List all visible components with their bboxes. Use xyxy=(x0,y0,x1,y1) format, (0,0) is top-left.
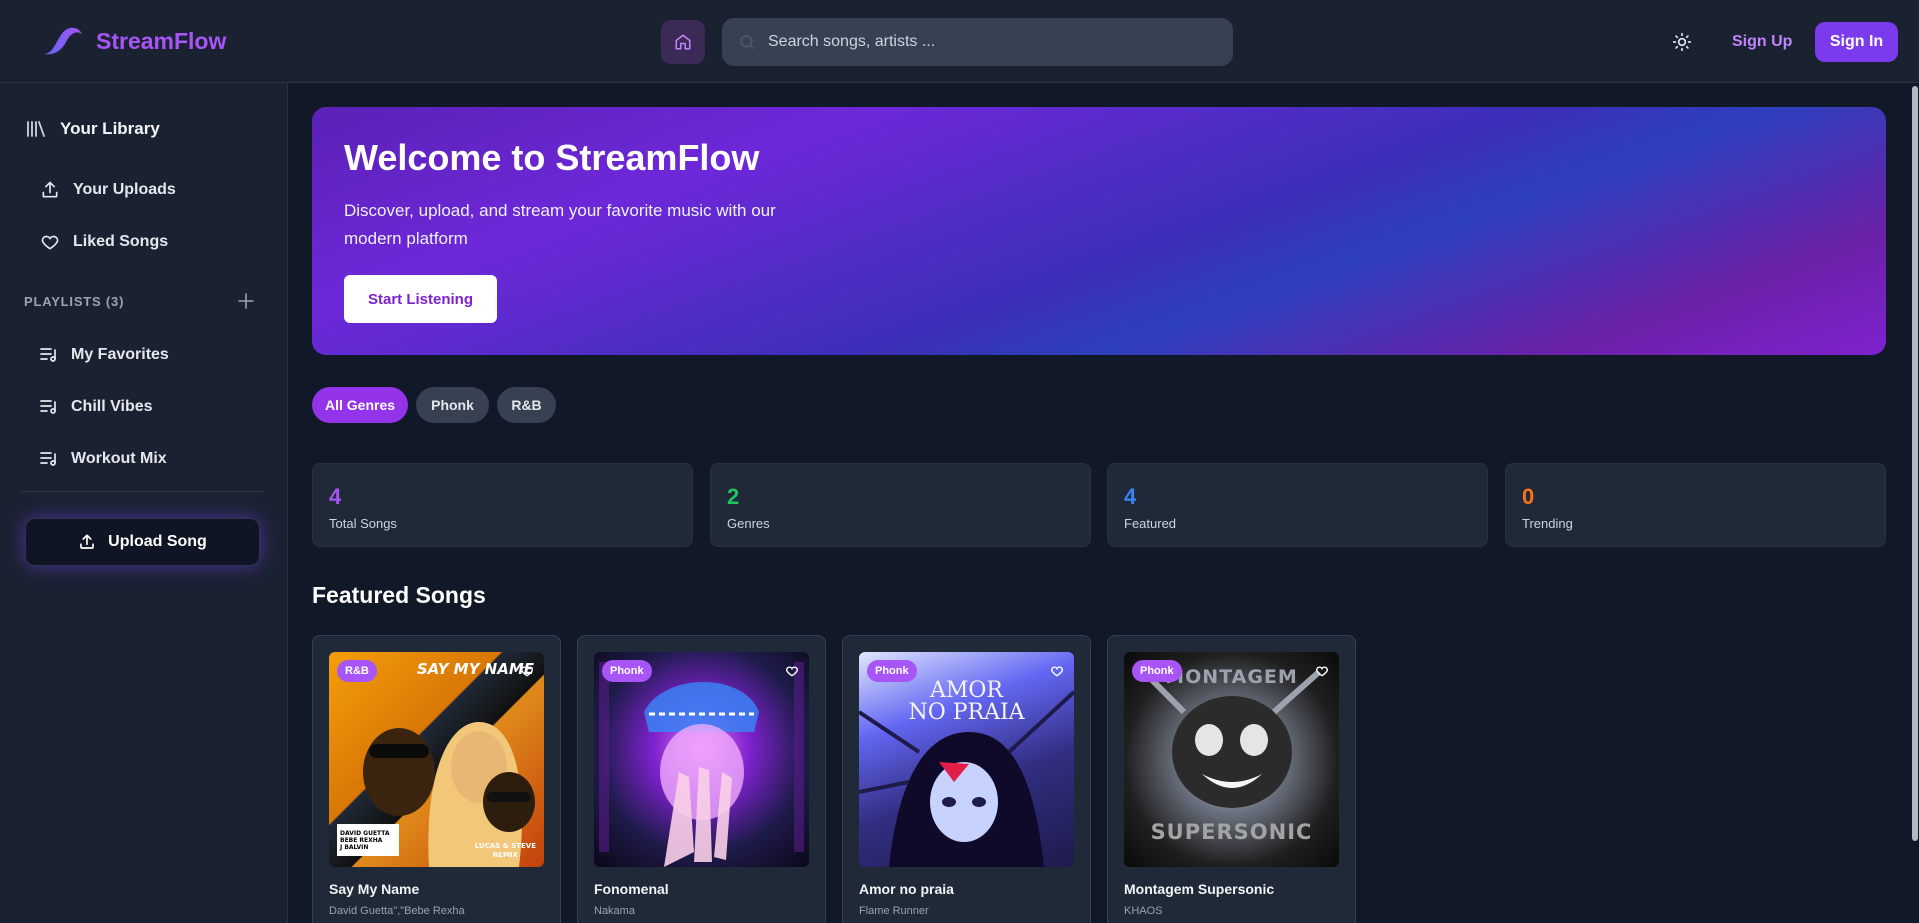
upload-song-button[interactable]: Upload Song xyxy=(25,518,260,566)
library-title: Your Library xyxy=(60,119,160,138)
genre-badge: R&B xyxy=(337,660,377,682)
song-card[interactable]: SAY MY NAME DAVID GUETTA BEBE REXHA J BA… xyxy=(312,635,561,923)
song-card[interactable]: Phonk Fonomenal Nakama xyxy=(577,635,826,923)
start-listening-button[interactable]: Start Listening xyxy=(344,275,497,323)
stat-card-trending: 0 Trending xyxy=(1505,463,1886,547)
upload-icon xyxy=(42,181,58,198)
genre-badge: Phonk xyxy=(1132,660,1182,682)
song-card[interactable]: AMOR NO PRAIA Phonk Amor no praia Flame … xyxy=(842,635,1091,923)
song-artist: David Guetta","Bebe Rexha xyxy=(329,905,465,917)
search-bar[interactable] xyxy=(722,18,1233,66)
sidebar-item-label: Your Uploads xyxy=(73,181,176,198)
song-title[interactable]: Amor no praia xyxy=(859,881,954,897)
stat-value: 2 xyxy=(727,484,740,509)
hero-subtitle: Discover, upload, and stream your favori… xyxy=(344,201,776,248)
sidebar-item-chill-vibes[interactable]: Chill Vibes xyxy=(40,398,153,416)
wave-logo-icon xyxy=(44,27,82,55)
genre-chip-phonk[interactable]: Phonk xyxy=(416,387,489,423)
song-title[interactable]: Montagem Supersonic xyxy=(1124,881,1274,897)
album-art[interactable]: AMOR NO PRAIA Phonk xyxy=(859,652,1074,867)
sidebar-divider xyxy=(22,491,264,492)
art-title-line: AMOR xyxy=(929,678,1003,703)
stat-value: 0 xyxy=(1522,484,1535,509)
art-remix-line: LUCAS & STEVE xyxy=(474,842,536,850)
sidebar-item-my-favorites[interactable]: My Favorites xyxy=(40,346,169,364)
stat-label: Trending xyxy=(1522,516,1573,531)
sign-in-button[interactable]: Sign In xyxy=(1815,22,1898,62)
playlist-icon xyxy=(40,348,56,362)
scrollbar-thumb[interactable] xyxy=(1912,86,1918,841)
sidebar-item-liked-songs[interactable]: Liked Songs xyxy=(40,232,168,252)
sidebar-item-your-uploads[interactable]: Your Uploads xyxy=(40,180,176,200)
song-title[interactable]: Fonomenal xyxy=(594,881,669,897)
library-header[interactable]: Your Library xyxy=(26,119,160,139)
stat-card-genres: 2 Genres xyxy=(710,463,1091,547)
brand-name: StreamFlow xyxy=(96,27,227,54)
home-icon xyxy=(675,34,691,50)
genre-chip-all[interactable]: All Genres xyxy=(312,387,408,423)
upload-song-label: Upload Song xyxy=(108,533,207,550)
art-credit-line: J BALVIN xyxy=(340,844,369,851)
search-input[interactable] xyxy=(768,33,1208,51)
stat-label: Total Songs xyxy=(329,516,397,531)
top-header: StreamFlow Sign Up Sign In xyxy=(0,0,1919,83)
playlist-label: Workout Mix xyxy=(71,450,167,467)
song-artist: KHAOS xyxy=(1124,905,1163,917)
stat-card-featured: 4 Featured xyxy=(1107,463,1488,547)
like-heart-icon[interactable] xyxy=(1315,664,1329,678)
add-playlist-icon[interactable] xyxy=(238,293,254,309)
theme-toggle-button[interactable] xyxy=(1670,30,1694,54)
song-artist: Nakama xyxy=(594,905,635,917)
upload-icon xyxy=(80,534,94,549)
art-remix-line: REMIX xyxy=(492,851,518,859)
search-icon xyxy=(738,33,756,51)
playlists-header: PLAYLISTS (3) xyxy=(24,293,254,309)
art-remix-text: LUCAS & STEVE REMIX xyxy=(475,842,536,860)
stat-value: 4 xyxy=(329,484,342,509)
song-card[interactable]: MONTAGEM SUPERSONIC Phonk Montagem Super… xyxy=(1107,635,1356,923)
playlists-label: PLAYLISTS (3) xyxy=(24,293,125,309)
stat-value: 4 xyxy=(1124,484,1137,509)
playlist-label: My Favorites xyxy=(71,346,169,363)
like-heart-icon[interactable] xyxy=(785,664,799,678)
art-title-text: AMOR NO PRAIA xyxy=(859,680,1074,724)
featured-songs-title: Featured Songs xyxy=(312,582,486,608)
sign-up-link[interactable]: Sign Up xyxy=(1732,33,1792,51)
sidebar-item-label: Liked Songs xyxy=(73,233,169,250)
genre-badge: Phonk xyxy=(867,660,917,682)
like-heart-icon[interactable] xyxy=(1050,664,1064,678)
welcome-banner: Welcome to StreamFlow Discover, upload, … xyxy=(312,107,1886,355)
song-artist: Flame Runner xyxy=(859,905,929,917)
sun-icon xyxy=(1672,32,1692,52)
hero-title: Welcome to StreamFlow xyxy=(344,137,760,178)
playlist-icon xyxy=(40,400,56,414)
genre-chip-rnb[interactable]: R&B xyxy=(497,387,556,423)
album-art[interactable]: MONTAGEM SUPERSONIC Phonk xyxy=(1124,652,1339,867)
like-heart-icon[interactable] xyxy=(520,664,534,678)
heart-icon xyxy=(41,235,59,250)
art-title-bottom: SUPERSONIC xyxy=(1150,820,1313,844)
album-art[interactable]: SAY MY NAME DAVID GUETTA BEBE REXHA J BA… xyxy=(329,652,544,867)
stat-label: Featured xyxy=(1124,516,1177,531)
playlist-icon xyxy=(40,452,56,466)
sidebar-item-workout-mix[interactable]: Workout Mix xyxy=(40,450,167,468)
library-icon xyxy=(27,121,45,137)
home-button[interactable] xyxy=(661,20,705,64)
brand-logo[interactable]: StreamFlow xyxy=(42,24,226,58)
sidebar: Your Library Your Uploads Liked Songs PL… xyxy=(0,83,288,923)
genre-badge: Phonk xyxy=(602,660,652,682)
art-credit-line: DAVID GUETTA xyxy=(340,830,390,837)
art-credit-line: BEBE REXHA xyxy=(340,837,383,844)
stat-card-total-songs: 4 Total Songs xyxy=(312,463,693,547)
album-art[interactable]: Phonk xyxy=(594,652,809,867)
art-title-text: SAY MY NAME xyxy=(416,660,534,678)
stat-label: Genres xyxy=(727,516,770,531)
art-credit-text: DAVID GUETTA BEBE REXHA J BALVIN xyxy=(340,830,390,851)
song-title[interactable]: Say My Name xyxy=(329,881,419,897)
playlist-label: Chill Vibes xyxy=(71,398,153,415)
art-title-line: NO PRAIA xyxy=(908,700,1025,725)
